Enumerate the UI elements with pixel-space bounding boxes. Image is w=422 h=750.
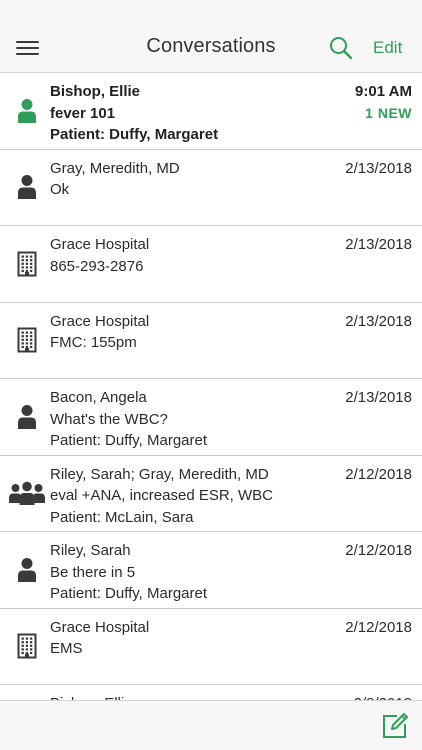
timestamp: 2/13/2018 — [345, 236, 412, 253]
conversation-meta: 2/13/2018 — [345, 234, 412, 256]
conversation-participants: Riley, Sarah; Gray, Meredith, MD — [50, 465, 269, 483]
timestamp: 2/8/2018 — [354, 693, 412, 700]
message-preview: Ok — [50, 181, 70, 198]
conversation-row[interactable]: Bacon, Angela What's the WBC? Patient: Duf… — [0, 379, 422, 456]
conversation-participants: Riley, Sarah — [50, 542, 131, 559]
timestamp: 2/12/2018 — [345, 465, 412, 483]
conversation-meta: 2/13/2018 — [345, 311, 412, 333]
timestamp: 2/12/2018 — [345, 618, 412, 636]
patient-label: Patient: Duffy, Margaret — [50, 585, 208, 602]
group-icon — [8, 456, 46, 532]
conversation-row[interactable]: Bishop, Ellie 2/8/2018 — [0, 685, 422, 700]
conversation-row[interactable]: Gray, Meredith, MD Ok 2/13/2018 — [0, 149, 422, 226]
person-icon — [8, 150, 46, 226]
conversation-preview: Bishop, Ellie fever 101 Patient: Duffy, Ma… — [50, 81, 302, 146]
message-preview: What's the WBC? — [50, 410, 168, 428]
message-preview: Be there in 5 — [50, 563, 136, 581]
page-title: Conversations — [146, 35, 276, 57]
message-preview: 865-293-2876 — [50, 257, 144, 275]
conversation-participants: Grace Hospital — [50, 236, 150, 253]
conversation-preview: Grace Hospital FMC: 155pm — [50, 311, 302, 354]
conversation-participants: Bacon, Angela — [50, 389, 147, 406]
conversation-participants: Gray, Meredith, MD — [50, 159, 180, 177]
conversation-row[interactable]: Grace Hospital FMC: 155pm 2/13/2018 — [0, 302, 422, 379]
building-icon — [8, 303, 46, 379]
conversations-screen: Conversations Edit Bishop, Ellie fever 10… — [0, 0, 422, 750]
patient-label: Patient: Duffy, Margaret — [50, 432, 208, 449]
conversation-row[interactable]: Grace Hospital 865-293-2876 2/13/2018 — [0, 226, 422, 303]
person-icon — [8, 73, 46, 149]
conversation-meta: 2/13/2018 — [345, 158, 412, 180]
message-preview: fever 101 — [50, 104, 116, 122]
conversation-row[interactable]: Bishop, Ellie fever 101 Patient: Duffy, Ma… — [0, 73, 422, 150]
timestamp: 2/13/2018 — [345, 389, 412, 406]
conversation-meta: 2/13/2018 — [345, 387, 412, 409]
conversation-meta: 2/8/2018 — [354, 693, 412, 700]
conversation-participants: Bishop, Ellie — [50, 83, 141, 100]
compose-icon[interactable] — [380, 711, 410, 741]
timestamp: 2/13/2018 — [345, 312, 412, 330]
conversation-row[interactable]: Riley, Sarah; Gray, Meredith, MD eval +AN… — [0, 455, 422, 532]
conversation-preview: Gray, Meredith, MD Ok — [50, 158, 302, 201]
timestamp: 2/12/2018 — [345, 542, 412, 559]
conversation-participants: Grace Hospital — [50, 312, 150, 330]
conversation-meta: 2/12/2018 — [345, 617, 412, 639]
timestamp: 9:01 AM — [355, 83, 412, 100]
conversation-preview: Grace Hospital EMS — [50, 617, 302, 660]
conversation-preview: Riley, Sarah Be there in 5 Patient: Duffy,… — [50, 540, 302, 605]
building-icon — [8, 226, 46, 302]
conversation-list[interactable]: Bishop, Ellie fever 101 Patient: Duffy, Ma… — [0, 73, 422, 700]
nav-bar: Conversations Edit — [0, 0, 422, 73]
search-icon[interactable] — [328, 35, 354, 61]
edit-button[interactable]: Edit — [373, 38, 402, 58]
person-icon — [8, 379, 46, 455]
conversation-preview: Grace Hospital 865-293-2876 — [50, 234, 302, 277]
conversation-meta: 9:01 AM 1 NEW — [355, 81, 412, 124]
message-preview: EMS — [50, 640, 83, 657]
patient-label: Patient: McLain, Sara — [50, 508, 194, 526]
person-icon — [8, 685, 46, 700]
conversation-preview: Bishop, Ellie — [50, 693, 302, 700]
conversation-preview: Riley, Sarah; Gray, Meredith, MD eval +AN… — [50, 464, 302, 529]
conversation-participants: Grace Hospital — [50, 618, 150, 636]
person-icon — [8, 532, 46, 608]
message-preview: eval +ANA, increased ESR, WBC — [50, 487, 274, 504]
conversation-meta: 2/12/2018 — [345, 464, 412, 486]
new-message-badge: 1 NEW — [365, 104, 412, 121]
conversation-row[interactable]: Riley, Sarah Be there in 5 Patient: Duffy,… — [0, 532, 422, 609]
patient-label: Patient: Duffy, Margaret — [50, 126, 219, 143]
conversation-participants: Bishop, Ellie — [50, 693, 302, 700]
conversation-row[interactable]: Grace Hospital EMS 2/12/2018 — [0, 608, 422, 685]
message-preview: FMC: 155pm — [50, 334, 137, 351]
bottom-toolbar — [0, 700, 422, 750]
building-icon — [8, 609, 46, 685]
conversation-meta: 2/12/2018 — [345, 540, 412, 562]
conversation-preview: Bacon, Angela What's the WBC? Patient: Duf… — [50, 387, 302, 452]
timestamp: 2/13/2018 — [345, 159, 412, 177]
